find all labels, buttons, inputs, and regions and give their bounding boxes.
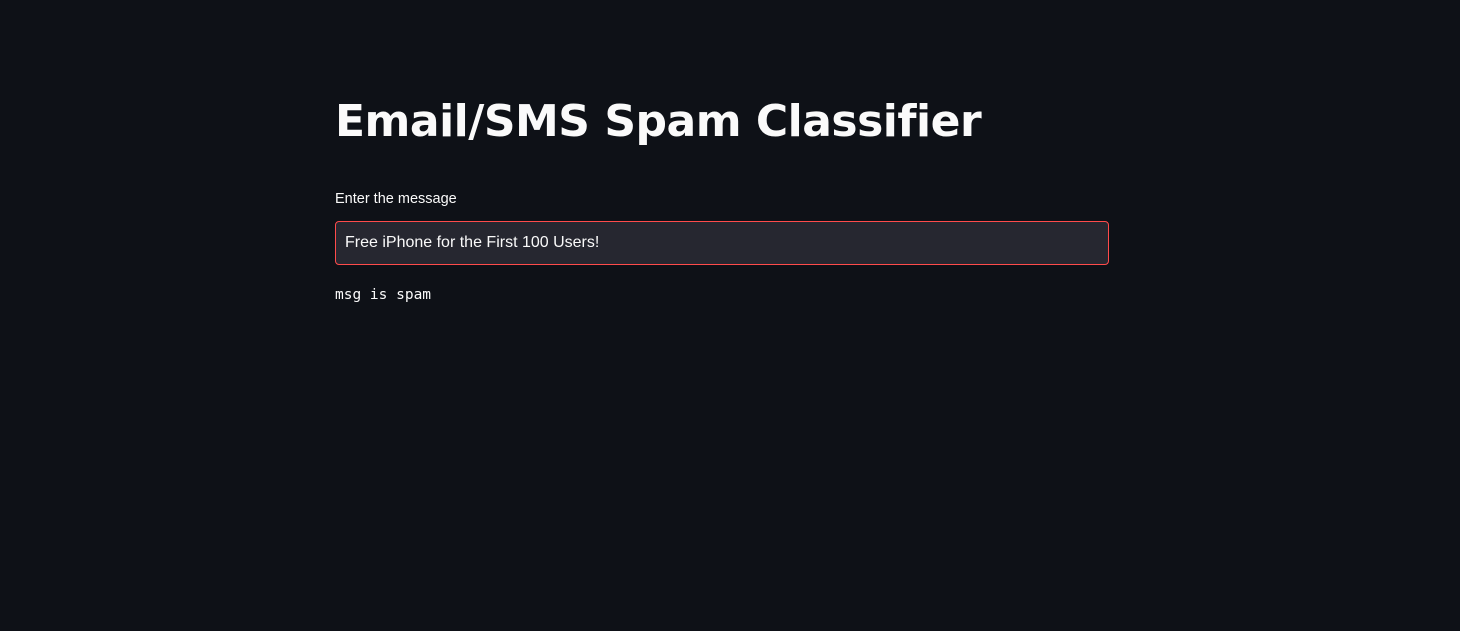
app-container: Email/SMS Spam Classifier Enter the mess…	[0, 0, 1460, 631]
message-input-container[interactable]	[335, 221, 1109, 265]
message-label: Enter the message	[335, 191, 457, 207]
message-input[interactable]	[336, 222, 1108, 264]
page-title: Email/SMS Spam Classifier	[335, 96, 982, 147]
classification-result: msg is spam	[335, 287, 432, 303]
